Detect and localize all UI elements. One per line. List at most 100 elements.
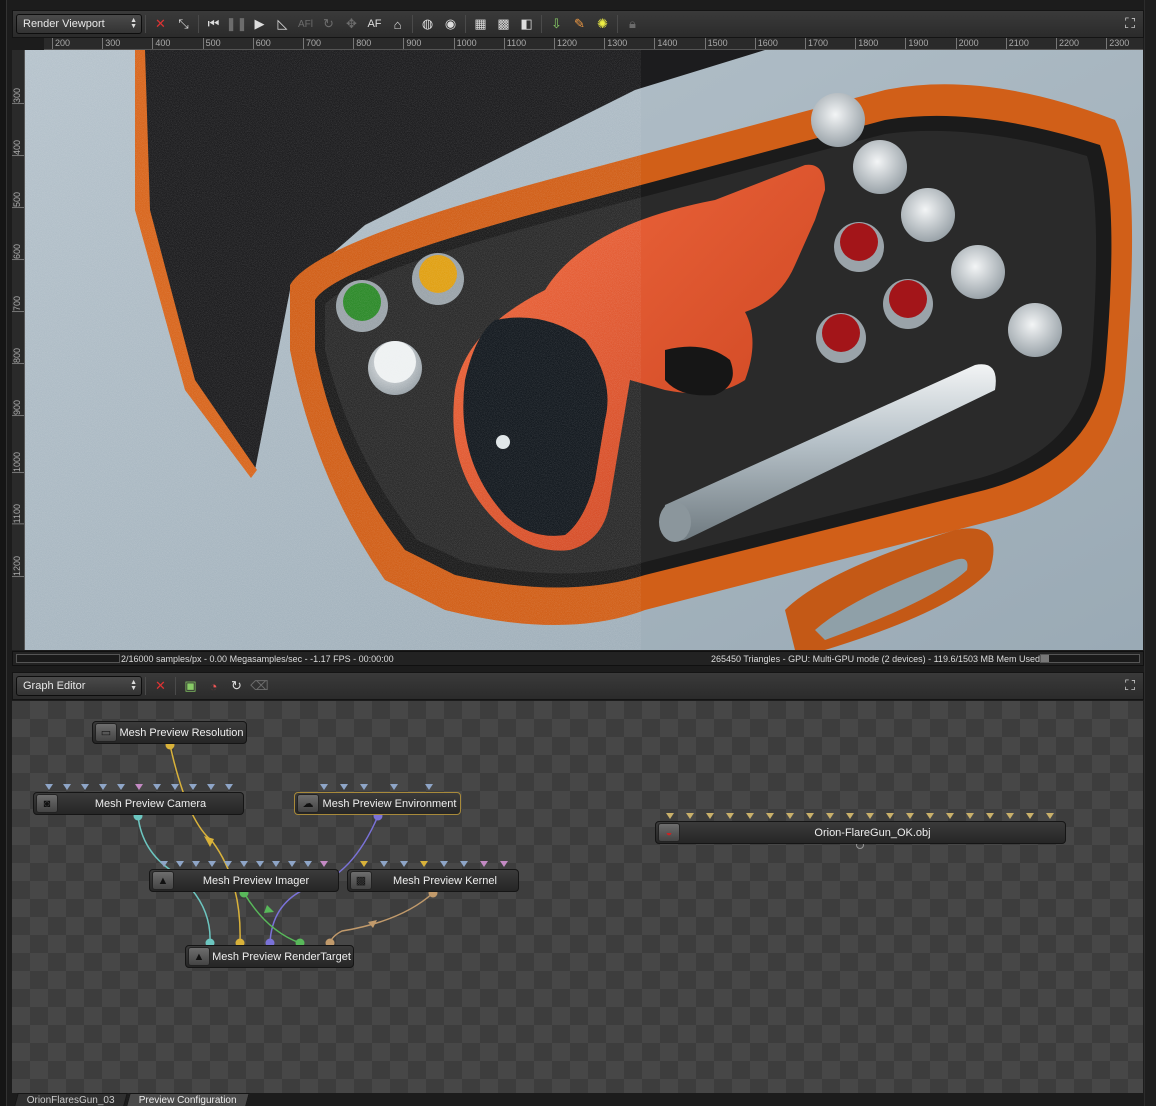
erase-icon[interactable]: ⌫ <box>248 675 271 697</box>
channels-icon[interactable]: ◧ <box>515 13 538 35</box>
node-graph-canvas[interactable]: ▭ Mesh Preview Resolution ◙ Mesh Preview… <box>12 701 1143 1093</box>
ruler-tick-label: 900 <box>12 400 24 417</box>
horizontal-ruler: 200 300 400 500 600 700 800 900 1000 1100 1200 1300… <box>44 38 1143 50</box>
material-node-icon[interactable]: ◔ <box>202 675 225 697</box>
rewind-icon[interactable]: ⏮ <box>202 13 225 35</box>
picker-icon[interactable]: ✎ <box>568 13 591 35</box>
lock-icon[interactable]: 🔒︎ <box>621 13 644 35</box>
toolbar-separator <box>541 15 542 33</box>
ruler-tick-label: 500 <box>12 192 24 209</box>
ruler-tick-label: 1000 <box>12 452 24 474</box>
right-scrollbar[interactable] <box>1144 0 1156 1106</box>
add-node-icon[interactable]: ▣ <box>179 675 202 697</box>
render-viewport[interactable] <box>25 50 1143 650</box>
ruler-tick-label: 2100 <box>1005 38 1029 49</box>
fit-view-icon[interactable]: ⤡ <box>172 13 195 35</box>
bottom-tab-bar: OrionFlaresGun_03 Preview Configuration <box>14 1093 250 1106</box>
node-mesh-preview-imager[interactable]: ▲ Mesh Preview Imager <box>149 861 339 892</box>
ruler-tick-label: 300 <box>12 88 24 105</box>
globe-icon[interactable]: ◉ <box>439 13 462 35</box>
ruler-tick-label: 2000 <box>955 38 979 49</box>
ruler-tick-label: 1200 <box>554 38 577 49</box>
graph-connections <box>133 740 864 948</box>
node-label: Mesh Preview Camera <box>94 797 207 810</box>
ruler-tick-label: 700 <box>303 38 321 49</box>
toolbar-separator <box>145 677 146 695</box>
ruler-tick-label: 2200 <box>1056 38 1079 49</box>
node-mesh-preview-environment[interactable]: ☁ Mesh Preview Environment <box>294 784 461 815</box>
ruler-tick-label: 1500 <box>704 38 728 49</box>
ruler-tick-label: 1900 <box>905 38 928 49</box>
graph-selector-label: Graph Editor <box>23 680 86 692</box>
sphere-icon[interactable]: ◍ <box>416 13 439 35</box>
ruler-tick-label: 1700 <box>805 38 828 49</box>
node-label: Mesh Preview Resolution <box>119 726 244 739</box>
toolbar-separator <box>145 15 146 33</box>
vertical-ruler: 300 400 500 600 700 800 900 1000 1100 1200 <box>12 50 25 650</box>
maximize-icon[interactable]: ⛶ <box>1121 676 1139 694</box>
updown-arrows-icon: ▲ ▼ <box>130 679 137 692</box>
node-mesh-preview-resolution[interactable]: ▭ Mesh Preview Resolution <box>92 721 247 744</box>
node-mesh-preview-rendertarget[interactable]: ▲ Mesh Preview RenderTarget <box>185 945 354 968</box>
alpha-icon[interactable]: ▩ <box>492 13 515 35</box>
viewport-selector-label: Render Viewport <box>23 18 105 30</box>
graph-selector[interactable]: Graph Editor ▲ ▼ <box>16 676 142 696</box>
toolbar-separator <box>617 15 618 33</box>
ruler-tick-label: 1100 <box>12 504 24 525</box>
toolbar-separator <box>175 677 176 695</box>
node-label: Mesh Preview RenderTarget <box>212 950 351 963</box>
ruler-tick-label: 1200 <box>12 556 24 578</box>
af-text-icon[interactable]: AF <box>363 13 386 35</box>
ruler-tick-label: 400 <box>152 38 170 49</box>
focus-icon[interactable]: ✥ <box>340 13 363 35</box>
node-label: Mesh Preview Imager <box>202 874 310 887</box>
resolution-icon: ▭ <box>95 723 117 742</box>
ruler-tick-label: 300 <box>102 38 120 49</box>
input-pins <box>295 784 460 792</box>
ruler-tick-label: 600 <box>252 38 271 49</box>
input-pins <box>34 784 243 792</box>
tab-orionflaresgun[interactable]: OrionFlaresGun_03 <box>14 1093 128 1106</box>
pause-icon[interactable]: ❚❚ <box>225 13 248 35</box>
mesh-icon: ◒ <box>658 823 680 842</box>
tab-preview-configuration[interactable]: Preview Configuration <box>126 1093 250 1106</box>
node-mesh-file[interactable]: ◒ Orion-FlareGun_OK.obj <box>655 813 1066 844</box>
ruler-tick-label: 1400 <box>654 38 677 49</box>
rotate-icon[interactable]: ↻ <box>317 13 340 35</box>
wire-arrow <box>204 836 214 847</box>
graph-toolbar: Graph Editor ▲ ▼ ✕ ▣ ◔ ↻ ⌫ ⛶ <box>12 672 1144 700</box>
play-icon[interactable]: ▶ <box>248 13 271 35</box>
toolbar-separator <box>198 15 199 33</box>
render-target-icon: ▲ <box>188 947 210 966</box>
toolbar-separator <box>465 15 466 33</box>
app-window: Render Viewport ▲ ▼ ✕ ⤡ ⏮ ❚❚ ▶ ◺ AFl ↻ ✥ … <box>0 0 1156 1106</box>
render-image <box>25 50 1143 650</box>
memory-usage-fill <box>1041 655 1049 662</box>
render-stats-text: 2/16000 samples/px - 0.00 Megasamples/se… <box>121 654 394 664</box>
render-status-bar: 2/16000 samples/px - 0.00 Megasamples/se… <box>12 651 1144 666</box>
viewport-selector[interactable]: Render Viewport ▲ ▼ <box>16 14 142 34</box>
ruler-icon[interactable]: ◺ <box>271 13 294 35</box>
refresh-icon[interactable]: ↻ <box>225 675 248 697</box>
ruler-tick-label: 2300 <box>1106 38 1129 49</box>
light-icon[interactable]: ✺ <box>591 13 614 35</box>
af-lock-icon[interactable]: AFl <box>294 13 317 35</box>
material-picker-icon[interactable]: ⌂ <box>386 13 409 35</box>
ruler-tick-label: 1600 <box>754 38 778 49</box>
environment-icon: ☁ <box>297 794 319 813</box>
input-pins <box>150 861 338 869</box>
ruler-tick-label: 1100 <box>503 38 526 49</box>
export-icon[interactable]: ⇩ <box>545 13 568 35</box>
node-mesh-preview-camera[interactable]: ◙ Mesh Preview Camera <box>33 784 244 815</box>
maximize-icon[interactable]: ⛶ <box>1121 14 1139 32</box>
close-scene-icon[interactable]: ✕ <box>149 13 172 35</box>
wire-kernel <box>329 892 434 944</box>
ruler-tick-label: 700 <box>12 296 24 313</box>
ruler-tick-label: 500 <box>202 38 221 49</box>
viewport-toolbar: Render Viewport ▲ ▼ ✕ ⤡ ⏮ ❚❚ ▶ ◺ AFl ↻ ✥ … <box>12 10 1144 38</box>
node-mesh-preview-kernel[interactable]: ▩ Mesh Preview Kernel <box>347 861 519 892</box>
ruler-tick-label: 1300 <box>604 38 627 49</box>
toolbar-separator <box>412 15 413 33</box>
close-graph-icon[interactable]: ✕ <box>149 675 172 697</box>
checker-bg-icon[interactable]: ▦ <box>469 13 492 35</box>
